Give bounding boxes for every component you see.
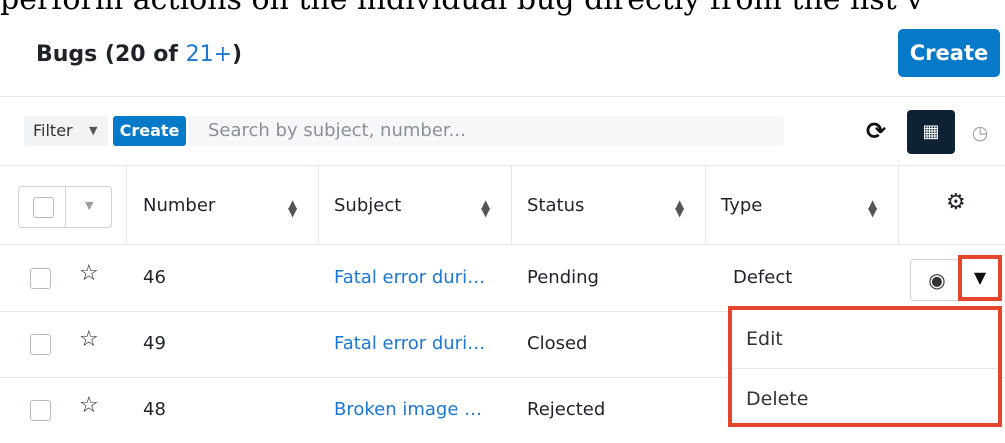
bug-status: Rejected bbox=[527, 399, 606, 420]
row-checkbox[interactable] bbox=[30, 334, 51, 355]
column-header-status[interactable]: Status bbox=[527, 195, 584, 217]
filter-dropdown[interactable]: Filter ▼ bbox=[24, 116, 108, 146]
actions-dropdown-caret[interactable]: ▼ bbox=[958, 255, 1002, 301]
bug-subject-link[interactable]: Fatal error duri… bbox=[334, 267, 485, 289]
select-all-control[interactable]: ▼ bbox=[18, 186, 112, 228]
bug-type: Defect bbox=[733, 267, 793, 288]
table-header: ▼ Number ▲ ▼ Subject ▲ ▼ Status ▲ ▼ Type ▲ ▼… bbox=[0, 166, 1005, 245]
bug-number: 48 bbox=[143, 399, 166, 420]
sort-icon[interactable]: ▲ ▼ bbox=[481, 198, 490, 218]
create-button[interactable]: Create bbox=[898, 29, 1000, 77]
bug-status: Pending bbox=[527, 267, 599, 288]
divider bbox=[65, 187, 66, 227]
menu-divider bbox=[732, 368, 998, 369]
bug-number: 46 bbox=[143, 267, 166, 288]
page-title: Bugs (20 of 21+) bbox=[36, 42, 242, 67]
column-header-number[interactable]: Number bbox=[143, 195, 215, 217]
table-row[interactable]: ☆ 46 Fatal error duri… Pending Defect ◉ … bbox=[0, 245, 1005, 312]
divider bbox=[511, 166, 512, 244]
caret-down-icon: ▼ bbox=[89, 124, 98, 137]
eye-icon[interactable]: ◉ bbox=[910, 259, 964, 301]
grid-view-icon[interactable]: ▦ bbox=[907, 110, 955, 154]
intro-text: perform actions on the individual bug di… bbox=[0, 0, 1005, 22]
menu-item-delete[interactable]: Delete bbox=[746, 388, 808, 410]
sort-icon[interactable]: ▲ ▼ bbox=[675, 198, 684, 218]
sort-icon[interactable]: ▲ ▼ bbox=[868, 198, 877, 218]
clock-icon[interactable]: ◷ bbox=[965, 118, 995, 148]
sort-icon[interactable]: ▲ ▼ bbox=[288, 198, 297, 218]
row-checkbox[interactable] bbox=[30, 400, 51, 421]
menu-item-edit[interactable]: Edit bbox=[746, 328, 783, 350]
divider bbox=[898, 166, 899, 244]
search-input[interactable]: Search by subject, number... bbox=[188, 116, 784, 146]
record-count[interactable]: 21+ bbox=[186, 42, 232, 67]
actions-dropdown-menu: Edit Delete bbox=[728, 306, 1002, 427]
filter-bar: Filter ▼ Create Search by subject, numbe… bbox=[0, 98, 1005, 166]
create-filter-button[interactable]: Create bbox=[113, 116, 186, 146]
bug-status: Closed bbox=[527, 333, 588, 354]
star-icon[interactable]: ☆ bbox=[79, 261, 99, 286]
gear-icon[interactable]: ⚙ bbox=[946, 192, 966, 214]
filter-label: Filter bbox=[33, 121, 73, 140]
divider bbox=[705, 166, 706, 244]
select-all-checkbox[interactable] bbox=[33, 197, 54, 218]
title-text: Bugs (20 of bbox=[36, 42, 186, 67]
divider bbox=[318, 166, 319, 244]
row-checkbox[interactable] bbox=[30, 268, 51, 289]
refresh-icon[interactable]: ⟳ bbox=[858, 112, 894, 150]
star-icon[interactable]: ☆ bbox=[79, 393, 99, 418]
column-header-type[interactable]: Type bbox=[721, 195, 762, 217]
list-header: Bugs (20 of 21+) Create bbox=[0, 28, 1005, 97]
bug-number: 49 bbox=[143, 333, 166, 354]
column-header-subject[interactable]: Subject bbox=[334, 195, 401, 217]
bug-subject-link[interactable]: Fatal error duri… bbox=[334, 333, 485, 355]
bug-subject-link[interactable]: Broken image … bbox=[334, 399, 482, 421]
divider bbox=[126, 166, 127, 244]
caret-down-icon[interactable]: ▼ bbox=[85, 199, 93, 212]
star-icon[interactable]: ☆ bbox=[79, 327, 99, 352]
title-close: ) bbox=[232, 42, 243, 67]
